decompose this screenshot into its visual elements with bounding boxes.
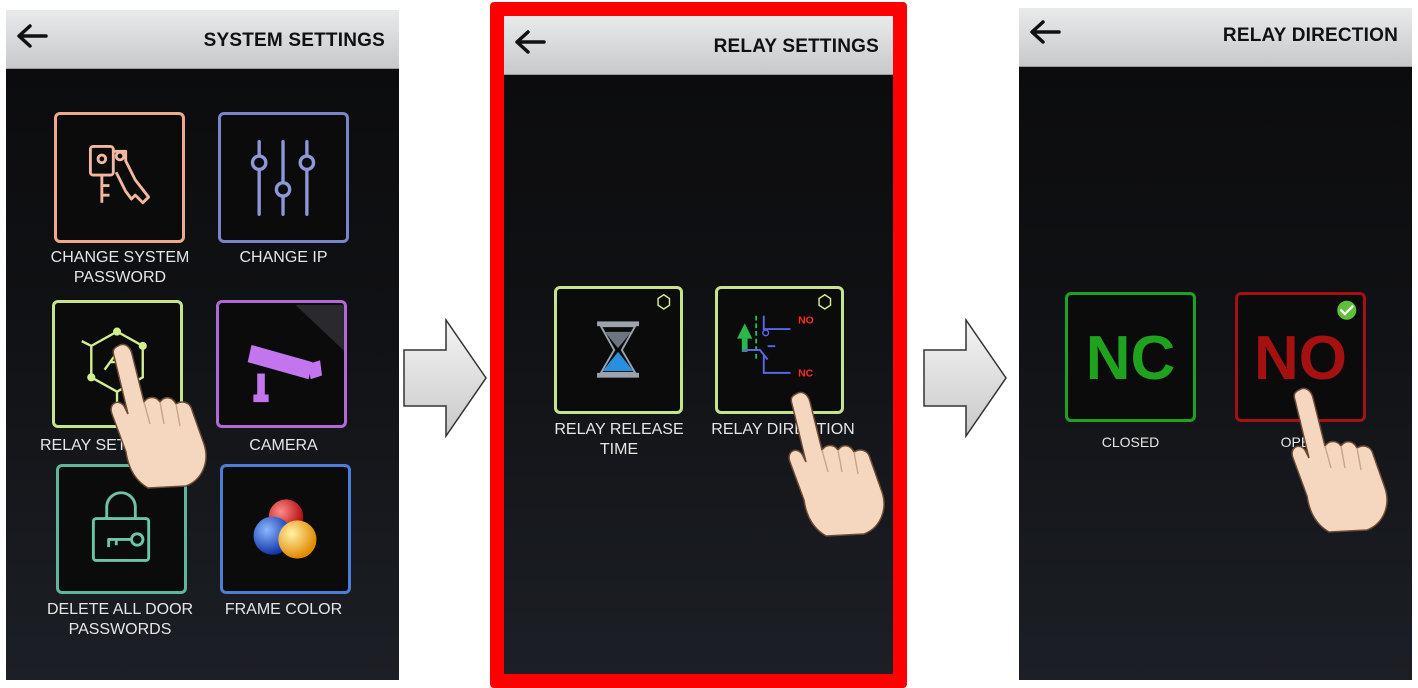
back-arrow-icon[interactable] xyxy=(12,16,52,56)
frame-color-label: FRAME COLOR xyxy=(224,601,343,618)
relay-direction-screen: RELAY DIRECTION NC CLOSED NO OPEN xyxy=(1019,8,1412,680)
color-balls-icon xyxy=(253,499,317,559)
back-arrow-icon[interactable] xyxy=(510,22,550,62)
relay-settings-tile[interactable] xyxy=(52,300,183,428)
nc-closed-tile[interactable]: NC xyxy=(1065,292,1196,422)
header-bar: RELAY SETTINGS xyxy=(504,16,893,75)
change-ip-tile[interactable] xyxy=(218,112,349,243)
relay-settings-screen: RELAY SETTINGS RELAY RELEASE TIME NO NC … xyxy=(490,2,907,688)
check-badge-icon xyxy=(1337,300,1357,320)
delete-all-door-passwords-tile[interactable] xyxy=(56,464,187,594)
open-label: OPEN xyxy=(1280,434,1321,450)
camera-label: CAMERA xyxy=(249,437,318,454)
lock-key-icon xyxy=(91,491,151,562)
change-system-password-tile[interactable] xyxy=(54,112,185,243)
no-text: NO xyxy=(798,315,814,326)
change-system-password-label: CHANGE SYSTEM PASSWORD xyxy=(50,249,190,286)
nc-text: NC xyxy=(798,369,814,380)
relay-chip-icon xyxy=(81,327,147,403)
change-ip-label: CHANGE IP xyxy=(239,249,328,266)
relay-direction-tile[interactable]: NO NC xyxy=(715,286,844,414)
camera-tile[interactable] xyxy=(216,300,347,428)
camera-icon xyxy=(247,304,344,403)
header-bar: RELAY DIRECTION xyxy=(1019,8,1412,67)
delete-all-door-passwords-label: DELETE ALL DOOR PASSWORDS xyxy=(46,601,194,638)
back-arrow-icon[interactable] xyxy=(1025,12,1065,52)
relay-diagram-icon: NO NC xyxy=(737,293,832,380)
no-open-tile[interactable]: NO xyxy=(1235,292,1366,422)
page-title: RELAY SETTINGS xyxy=(713,36,879,57)
relay-release-time-tile[interactable] xyxy=(554,286,683,414)
page-title: RELAY DIRECTION xyxy=(1222,25,1398,46)
relay-direction-label: RELAY DIRECTION xyxy=(711,421,855,438)
relay-release-time-label: RELAY RELEASE TIME xyxy=(554,421,684,458)
hourglass-icon xyxy=(597,293,671,378)
nc-text: NC xyxy=(1085,324,1176,393)
sliders-icon xyxy=(250,140,316,216)
keys-icon xyxy=(88,145,151,205)
closed-label: CLOSED xyxy=(1101,434,1160,450)
right-arrow-icon xyxy=(403,318,487,438)
page-title: SYSTEM SETTINGS xyxy=(203,30,385,51)
system-settings-screen: SYSTEM SETTINGS CHANGE SYSTEM PASSWORD C… xyxy=(6,10,399,680)
right-arrow-icon xyxy=(923,318,1007,438)
frame-color-tile[interactable] xyxy=(220,464,351,594)
header-bar: SYSTEM SETTINGS xyxy=(6,10,399,69)
relay-settings-label: RELAY SET xyxy=(40,437,127,454)
